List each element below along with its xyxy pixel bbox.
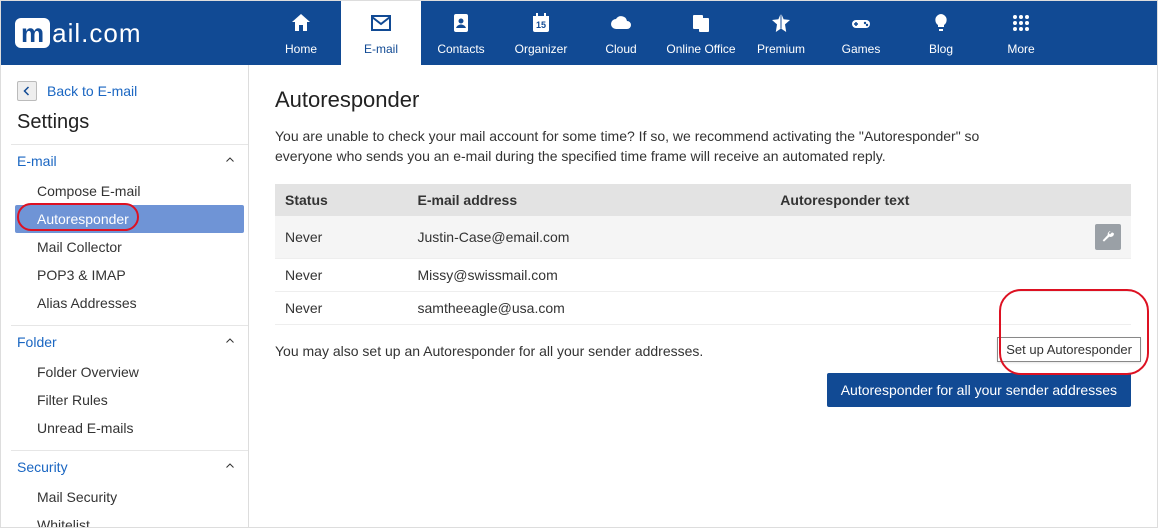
settings-title: Settings	[11, 111, 248, 144]
nav-label: Blog	[929, 42, 953, 56]
gamepad-icon	[849, 11, 873, 38]
nav-label: Games	[842, 42, 881, 56]
autoresponder-table: Status E-mail address Autoresponder text…	[275, 184, 1131, 325]
cell-status: Never	[275, 292, 408, 325]
sidebar-item-alias-addresses[interactable]: Alias Addresses	[11, 289, 248, 317]
nav-premium[interactable]: Premium	[741, 1, 821, 65]
nav-label: More	[1007, 42, 1034, 56]
nav-home[interactable]: Home	[261, 1, 341, 65]
chevron-up-icon	[224, 459, 236, 475]
page-title: Autoresponder	[275, 87, 1131, 113]
nav-label: Premium	[757, 42, 805, 56]
nav-games[interactable]: Games	[821, 1, 901, 65]
cell-status: Never	[275, 259, 408, 292]
nav-label: E-mail	[364, 42, 398, 56]
chevron-up-icon	[224, 153, 236, 169]
sidebar-item-folder-overview[interactable]: Folder Overview	[11, 358, 248, 386]
col-email: E-mail address	[408, 184, 771, 216]
cell-text	[770, 259, 1085, 292]
all-addresses-button[interactable]: Autoresponder for all your sender addres…	[827, 373, 1131, 407]
nav-more[interactable]: More	[981, 1, 1061, 65]
cell-email: Justin-Case@email.com	[408, 216, 771, 259]
configure-autoresponder-button[interactable]	[1095, 224, 1121, 250]
cloud-icon	[609, 11, 633, 38]
sidebar-item-autoresponder[interactable]: Autoresponder	[15, 205, 244, 233]
col-text: Autoresponder text	[770, 184, 1085, 216]
col-status: Status	[275, 184, 408, 216]
section-head-e-mail[interactable]: E-mail	[11, 144, 248, 177]
nav-label: Contacts	[437, 42, 484, 56]
cell-email: samtheeagle@usa.com	[408, 292, 771, 325]
back-link[interactable]: Back to E-mail	[47, 83, 137, 99]
calendar-icon: 15	[529, 11, 553, 38]
cell-status: Never	[275, 216, 408, 259]
mail-icon	[369, 11, 393, 38]
svg-text:15: 15	[536, 20, 546, 30]
nav-label: Organizer	[515, 42, 568, 56]
nav-contacts[interactable]: Contacts	[421, 1, 501, 65]
main-content: Autoresponder You are unable to check yo…	[249, 65, 1157, 527]
nav-email[interactable]: E-mail	[341, 1, 421, 65]
cell-email: Missy@swissmail.com	[408, 259, 771, 292]
contact-icon	[449, 11, 473, 38]
chevron-up-icon	[224, 334, 236, 350]
annotation-highlight-sidebar	[17, 203, 139, 231]
bulb-icon	[929, 11, 953, 38]
star-icon	[769, 11, 793, 38]
table-row: Neversamtheeagle@usa.com	[275, 292, 1131, 325]
office-icon	[689, 11, 713, 38]
section-title: E-mail	[17, 153, 57, 169]
table-row: NeverJustin-Case@email.com	[275, 216, 1131, 259]
settings-sidebar: Back to E-mail Settings E-mail Compose E-…	[11, 65, 249, 527]
nav-label: Online Office	[666, 42, 735, 56]
page-intro: You are unable to check your mail accoun…	[275, 127, 1035, 166]
home-icon	[289, 11, 313, 38]
table-row: NeverMissy@swissmail.com	[275, 259, 1131, 292]
cell-text	[770, 292, 1085, 325]
section-title: Folder	[17, 334, 57, 350]
nav-cloud[interactable]: Cloud	[581, 1, 661, 65]
sidebar-item-mail-security[interactable]: Mail Security	[11, 483, 248, 511]
nav-label: Cloud	[605, 42, 636, 56]
brand-badge: m	[15, 18, 50, 48]
sidebar-item-pop-imap[interactable]: POP3 & IMAP	[11, 261, 248, 289]
brand-logo[interactable]: mail.com	[1, 1, 261, 65]
nav-blog[interactable]: Blog	[901, 1, 981, 65]
sidebar-item-compose-e-mail[interactable]: Compose E-mail	[11, 177, 248, 205]
section-title: Security	[17, 459, 68, 475]
grid-icon	[1009, 11, 1033, 38]
sidebar-item-mail-collector[interactable]: Mail Collector	[11, 233, 248, 261]
brand-rest: ail.com	[52, 18, 141, 49]
nav-organizer[interactable]: 15 Organizer	[501, 1, 581, 65]
cell-text	[770, 216, 1085, 259]
sidebar-item-unread-e-mails[interactable]: Unread E-mails	[11, 414, 248, 442]
setup-autoresponder-tooltip: Set up Autoresponder	[997, 337, 1141, 362]
section-head-folder[interactable]: Folder	[11, 325, 248, 358]
top-nav: mail.com Home E-mail Contacts 15 Organizer Cl…	[1, 1, 1157, 65]
sidebar-item-whitelist[interactable]: Whitelist	[11, 511, 248, 528]
sidebar-item-filter-rules[interactable]: Filter Rules	[11, 386, 248, 414]
back-button[interactable]	[17, 81, 37, 101]
nav-office[interactable]: Online Office	[661, 1, 741, 65]
nav-label: Home	[285, 42, 317, 56]
section-head-security[interactable]: Security	[11, 450, 248, 483]
